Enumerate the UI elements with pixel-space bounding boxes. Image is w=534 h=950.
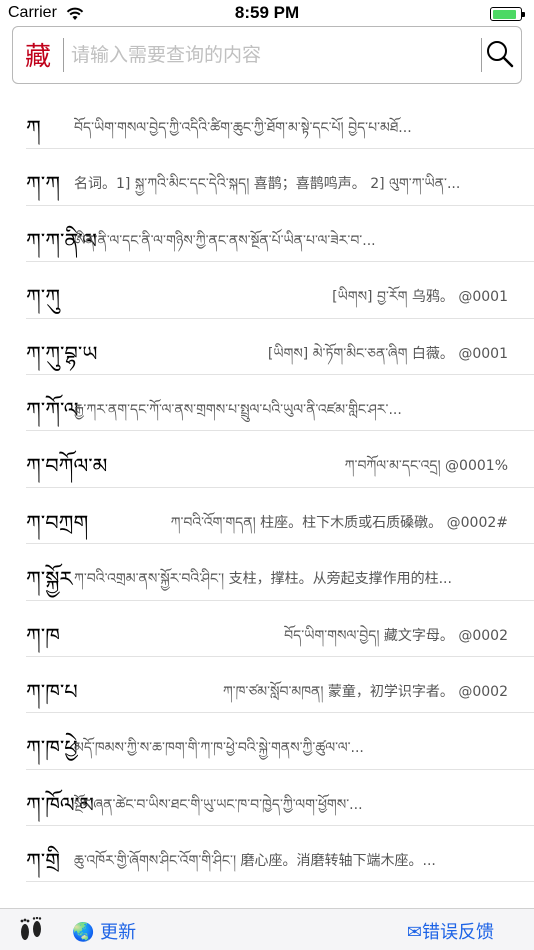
entry-definition: བོད་ཡིག་གསལ་བྱེད། 藏文字母。 @0002 [284,627,508,644]
update-label: 更新 [100,922,137,943]
search-button[interactable] [483,37,517,73]
divider [63,38,64,72]
entry-definition: ཀ་ཁ་ཙམ་སློབ་མཁན། 蒙童，初学识字者。 @0002 [222,683,508,700]
list-item[interactable]: ཀ་བཀྲག ཀ་བའི་འོག་གདན། 柱座。柱下木质或石质磉礅。 @0002… [26,488,534,545]
list-item[interactable]: ཀ་ཁ་པ ཀ་ཁ་ཙམ་སློབ་མཁན། 蒙童，初学识字者。 @0002 [26,657,534,714]
entry-definition: སྔོང་ཞན་ཚེང་བ་ཡིས་ཐང་གི་ཡུ་ཡང་ཁ་བ་ཁྱེད་ཀ… [74,796,363,813]
entry-definition: [ཡིགས] བྱ་རོག 乌鸦。 @0001 [332,289,508,306]
entry-definition: ཨིན་ནི་ལ་དང་ནི་ལ་གཉིས་ཀྱི་ནང་ནས་སྔོན་པོ་… [74,232,376,249]
list-item[interactable]: ཀ བོད་ཡིག་གསལ་བྱེད་ཀྱི་འདིའི་ཚིག་ཆུང་ཀྱི་… [26,93,534,150]
list-item[interactable]: ཀ་ཁ་ཕྱེ མདོ་ཁམས་ཀྱི་ས་ཆ་ཁག་གི་ཀ་ཁ་ཕྱེ་བའི… [26,713,534,770]
list-item[interactable]: ཀ་ཀུ་བྷ་ཡ [ཡིགས] མེ་ཏོག་མིང་ཅན་ཞིག 白薇。 @0… [26,319,534,375]
entry-definition: ཀ་བཀོལ་མ་དང་འདྲ། @0001% [344,458,508,475]
entry-definition: [ཡིགས] མེ་ཏོག་མིང་ཅན་ཞིག 白薇。 @0001 [267,345,508,362]
search-bar: 藏 [12,26,522,84]
entry-definition: མདོ་ཁམས་ཀྱི་ས་ཆ་ཁག་གི་ཀ་ཁ་ཕྱེ་བའི་སྐྱེ་ག… [74,740,364,757]
app-logo: 藏 [25,42,52,72]
battery-icon [490,7,525,21]
list-item[interactable]: ཀ་ཀུ [ཡིགས] བྱ་རོག 乌鸦。 @0001 [26,262,534,319]
list-item[interactable]: ཀ་ཀོ་ལ རྒྱ་ཀར་ནག་དང་ཀོ་ལ་ནས་གྲགས་པ་སྤྲུལ་… [26,375,534,432]
magnifier-icon [487,41,514,68]
update-button[interactable]: 🌏 更新 [72,918,136,944]
status-bar: Carrier 8:59 PM [0,0,534,28]
list-item[interactable]: ཀ་སྐྱོར ཀ་བའི་འགྲམ་ནས་སྐྱོར་བའི་ཤིང་། 支柱，… [26,544,534,601]
list-item[interactable]: ཀ་གྲི ཆུ་འཁོར་གྱི་ཞོགས་ཤིང་འོག་གི་ཤིང་། 磨… [26,826,534,883]
list-item[interactable]: ཀ་ཀ 名词。1] སྐྱ་ཀའི་མིང་དང་དེའི་སྐད། 喜鹊；喜鹊鸣… [26,149,534,206]
list-item[interactable]: ཀ་ཁོལ་མ སྔོང་ཞན་ཚེང་བ་ཡིས་ཐང་གི་ཡུ་ཡང་ཁ་བ… [26,770,534,827]
entry-definition: ཀ་བའི་འགྲམ་ནས་སྐྱོར་བའི་ཤིང་། 支柱，撑柱。从旁起支… [74,571,452,588]
envelope-icon: ✉ [406,922,422,943]
entry-definition: 名词。1] སྐྱ་ཀའི་མིང་དང་དེའི་སྐད། 喜鹊；喜鹊鸣声。 … [74,176,461,193]
entry-definition: བོད་ཡིག་གསལ་བྱེད་ཀྱི་འདིའི་ཚིག་ཆུང་ཀྱི་ཐ… [74,120,412,136]
list-item[interactable]: ཀ་ཀ་ནི་ལ ཨིན་ནི་ལ་དང་ནི་ལ་གཉིས་ཀྱི་ནང་ནས་… [26,206,534,263]
entry-definition: རྒྱ་ཀར་ནག་དང་ཀོ་ལ་ནས་གྲགས་པ་སྤྲུལ་པའི་ཡུ… [74,401,402,418]
entry-definition: ཆུ་འཁོར་གྱི་ཞོགས་ཤིང་འོག་གི་ཤིང་། 磨心座。消磨… [74,853,436,870]
list-item[interactable]: ཀ་བཀོལ་མ ཀ་བཀོལ་མ་དང་འདྲ། @0001% [26,431,534,488]
footprints-icon[interactable] [16,916,46,949]
divider [481,38,482,72]
entry-list: ཀ བོད་ཡིག་གསལ་བྱེད་ཀྱི་འདིའི་ཚིག་ཆུང་ཀྱི་… [0,93,534,883]
globe-icon: 🌏 [72,922,95,943]
feedback-label: 错误反馈 [422,922,494,943]
bottom-toolbar: 🌏 更新 ✉错误反馈 [0,908,534,950]
clock: 8:59 PM [234,3,300,22]
entry-word: ཀ་གྲི [26,849,60,874]
list-item[interactable]: ཀ་ཁ བོད་ཡིག་གསལ་བྱེད། 藏文字母。 @0002 [26,601,534,657]
entry-definition: ཀ་བའི་འོག་གདན། 柱座。柱下木质或石质磉礅。 @0002# [170,514,508,531]
search-input[interactable] [71,39,471,71]
feedback-button[interactable]: ✉错误反馈 [407,918,494,944]
